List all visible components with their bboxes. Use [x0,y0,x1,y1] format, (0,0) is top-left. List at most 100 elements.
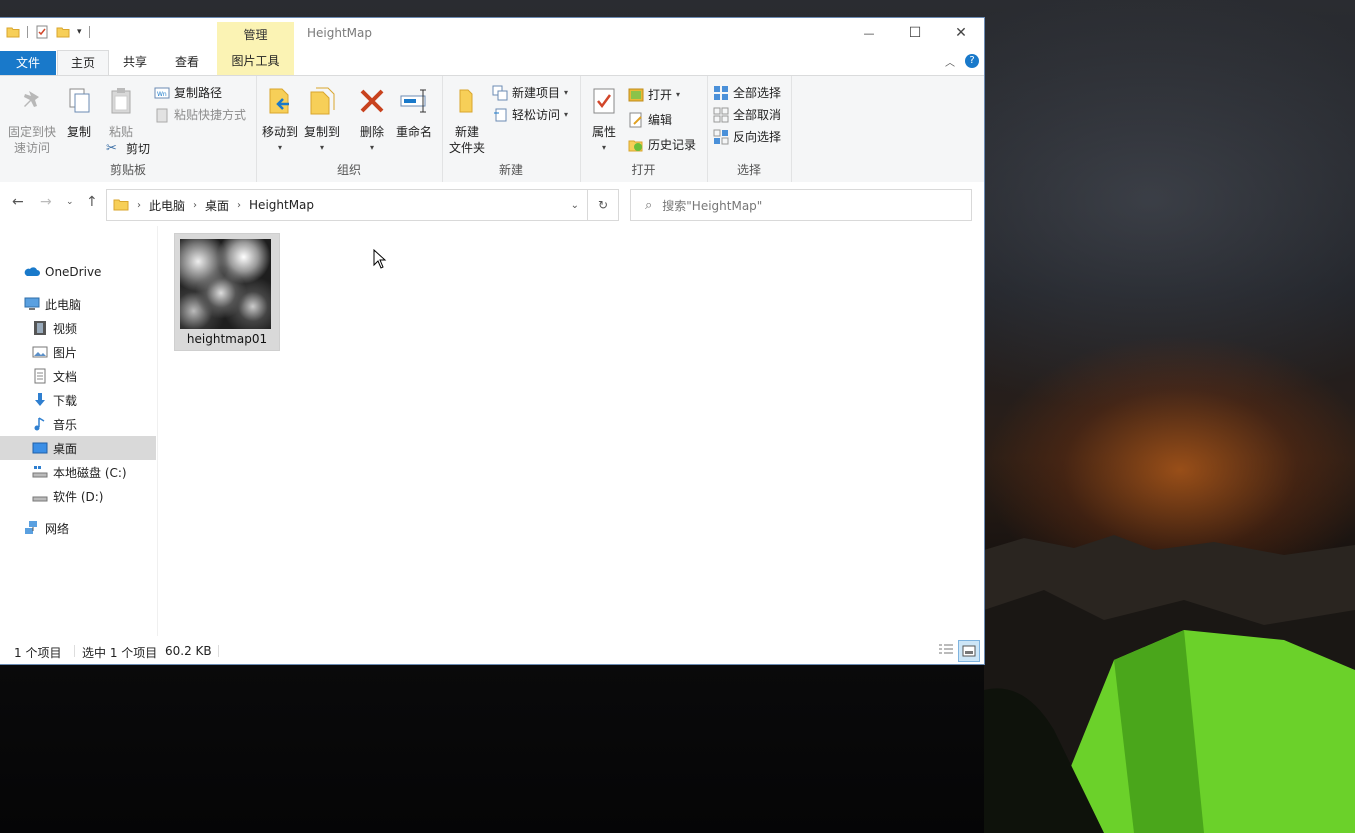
move-to-button[interactable]: 移动到 ▾ [260,86,300,156]
minimize-button[interactable]: — [846,18,892,48]
nav-item-pictures[interactable]: 图片 [0,340,156,364]
back-arrow-icon[interactable]: ← [12,194,24,210]
tab-file[interactable]: 文件 [0,51,56,75]
new-folder-label-line1: 新建 [454,125,479,139]
invert-selection-button[interactable]: 反向选择 [713,128,781,145]
nav-item-music[interactable]: 音乐 [0,412,156,436]
search-placeholder: 搜索"HeightMap" [662,198,763,213]
drive-icon [32,496,48,502]
select-all-button[interactable]: 全部选择 [713,84,781,101]
maximize-button[interactable]: ☐ [892,18,938,48]
copy-path-icon: Wn [154,87,170,98]
divider [218,645,219,657]
nav-label: 图片 [53,345,78,360]
breadcrumb-this-pc[interactable]: 此电脑 [149,197,185,214]
nav-label: 本地磁盘 (C:) [53,465,127,480]
pin-quick-access-button[interactable]: 固定到快 速访问 [6,86,58,156]
copy-to-icon [310,87,335,115]
nav-item-downloads[interactable]: 下载 [0,388,156,412]
copy-button[interactable]: 复制 [62,86,96,140]
address-bar[interactable]: › 此电脑 › 桌面 › HeightMap ⌄ [106,189,588,221]
new-folder-button[interactable]: 新建 文件夹 [446,86,488,156]
copy-path-button[interactable]: Wn 复制路径 [154,84,222,101]
window-title: HeightMap [307,26,372,40]
nav-item-onedrive[interactable]: OneDrive [0,260,156,284]
large-icons-view-button[interactable] [958,640,980,662]
file-item[interactable]: heightmap01 [174,233,280,351]
copy-to-label: 复制到 [303,125,340,139]
tab-home[interactable]: 主页 [57,50,109,76]
move-to-label: 移动到 [261,125,298,139]
history-button[interactable]: 历史记录 [628,136,696,153]
properties-button[interactable]: 属性 ▾ [586,86,622,156]
rename-button[interactable]: 重命名 [394,86,434,140]
close-button[interactable]: ✕ [938,18,984,48]
tab-share[interactable]: 共享 [110,50,160,74]
refresh-button[interactable]: ↻ [587,189,619,221]
new-group-label: 新建 [498,163,523,177]
tab-manage[interactable]: 管理 [217,22,294,48]
breadcrumb-separator-icon[interactable]: › [193,200,197,211]
copy-icon [69,88,90,113]
invert-selection-label: 反向选择 [733,130,782,144]
history-label: 历史记录 [648,138,697,152]
nav-item-software-drive[interactable]: 软件 (D:) [0,484,156,508]
cut-button[interactable]: ✂ 剪切 [106,140,150,157]
customize-qat-icon[interactable]: ▾ [77,27,82,37]
history-icon [628,140,643,151]
recent-locations-icon[interactable]: ⌄ [66,197,74,207]
nav-item-documents[interactable]: 文档 [0,364,156,388]
open-button[interactable]: 打开 ▾ [628,86,680,103]
copy-label: 复制 [66,125,91,139]
nav-item-local-disk[interactable]: 本地磁盘 (C:) [0,460,156,484]
delete-button[interactable]: 删除 ▾ [354,86,390,156]
copy-path-label: 复制路径 [174,86,223,100]
select-none-icon [713,107,729,122]
dropdown-arrow-icon: ▾ [601,143,606,152]
ribbon-tabs: 文件 主页 共享 查看 图片工具 ︿ ? [0,48,984,76]
breadcrumb-heightmap[interactable]: HeightMap [249,198,314,212]
tab-view[interactable]: 查看 [162,50,212,74]
dropdown-arrow-icon: ▾ [676,90,681,99]
select-group: 全部选择 全部取消 反向选择 选择 [707,76,792,182]
nav-label: 软件 (D:) [53,489,104,504]
properties-icon[interactable] [35,25,49,39]
scissors-icon: ✂ [106,140,117,156]
forward-arrow-icon[interactable]: → [40,194,52,210]
new-item-button[interactable]: 新建项目 ▾ [492,84,568,101]
properties-label: 属性 [591,125,616,139]
selected-size: 60.2 KB [165,644,212,658]
up-arrow-icon[interactable]: ↑ [86,194,98,210]
details-view-button[interactable] [936,640,956,660]
nav-item-this-pc[interactable]: 此电脑 [0,292,156,316]
collapse-ribbon-icon[interactable]: ︿ [945,54,955,69]
easy-access-label: 轻松访问 [512,108,561,122]
breadcrumb-separator-icon[interactable]: › [237,200,241,211]
address-dropdown-icon[interactable]: ⌄ [571,200,579,211]
new-folder-icon[interactable] [56,25,70,39]
folder-icon[interactable] [6,25,20,39]
file-list[interactable]: heightmap01 [158,226,984,636]
new-folder-icon [459,89,473,113]
edit-icon [629,112,642,127]
navigation-pane: OneDrive 此电脑 视频 图片 文档 下载 音乐 桌面 本地磁盘 (C:)… [0,226,157,636]
easy-access-button[interactable]: 轻松访问 ▾ [492,106,568,123]
open-group-label: 打开 [631,163,656,177]
breadcrumb-desktop[interactable]: 桌面 [205,197,229,214]
breadcrumb-separator-icon[interactable]: › [137,200,141,211]
nav-item-videos[interactable]: 视频 [0,316,156,340]
paste-shortcut-button[interactable]: 粘贴快捷方式 [154,106,246,123]
select-none-button[interactable]: 全部取消 [713,106,781,123]
search-input[interactable]: ⌕ 搜索"HeightMap" [630,189,972,221]
help-icon[interactable]: ? [965,54,979,68]
edit-button[interactable]: 编辑 [628,111,672,128]
nav-item-desktop[interactable]: 桌面 [0,436,156,460]
search-icon: ⌕ [645,197,653,213]
cut-label: 剪切 [126,142,151,156]
tab-picture-tools[interactable]: 图片工具 [217,48,294,75]
paste-button[interactable]: 粘贴 [104,86,138,140]
item-count: 1 个项目 [14,646,62,660]
nav-item-network[interactable]: 网络 [0,516,156,540]
copy-to-button[interactable]: 复制到 ▾ [302,86,342,156]
paste-shortcut-label: 粘贴快捷方式 [174,108,247,122]
